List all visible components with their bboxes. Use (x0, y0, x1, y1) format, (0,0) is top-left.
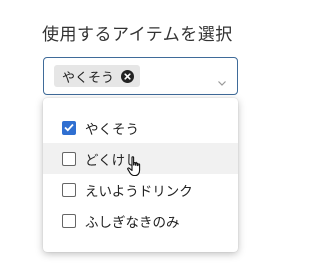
checkbox-checked[interactable] (62, 120, 76, 135)
option-label: ふしぎなきのみ (85, 214, 180, 231)
chip-label: やくそう (62, 70, 115, 86)
option-yakusou[interactable]: やくそう (43, 112, 238, 143)
selected-chip: やくそう (54, 65, 141, 87)
option-fushigi-nokinomi[interactable]: ふしぎなきのみ (43, 205, 238, 236)
close-circle-icon[interactable] (121, 69, 135, 83)
chevron-down-icon[interactable] (217, 72, 227, 86)
item-multi-select[interactable]: やくそう (43, 57, 238, 95)
checkbox[interactable] (62, 213, 76, 228)
multi-select-widget: 使用するアイテムを選択 やくそう やくそう どくけし えいようドリンク ふしぎな… (0, 0, 300, 278)
check-icon (64, 123, 74, 132)
checkbox[interactable] (62, 182, 76, 197)
option-label: やくそう (85, 121, 139, 138)
option-eiyou-drink[interactable]: えいようドリンク (43, 174, 238, 205)
option-label: えいようドリンク (85, 183, 193, 200)
field-label: 使用するアイテムを選択 (42, 25, 233, 45)
hand-pointer-icon (126, 156, 146, 178)
checkbox[interactable] (62, 151, 76, 166)
